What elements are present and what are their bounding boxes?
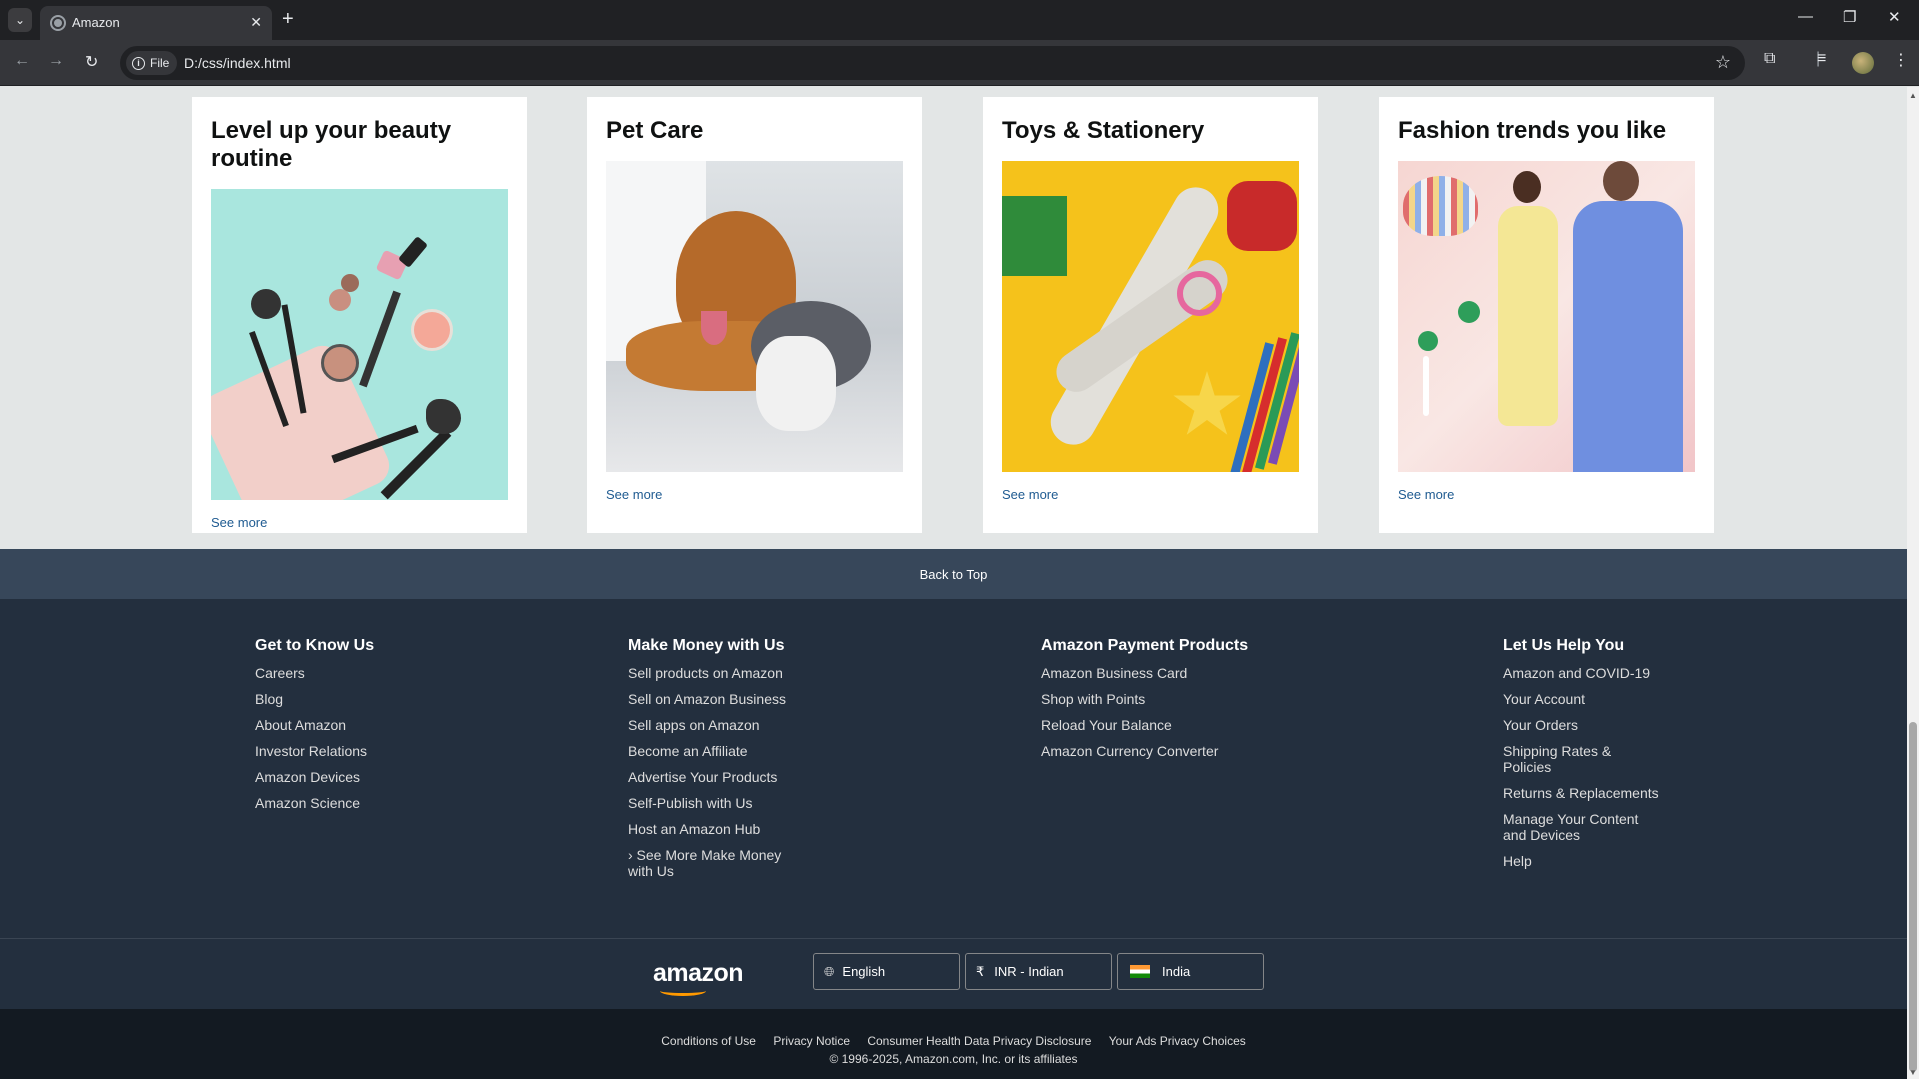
url-text: D:/css/index.html xyxy=(184,55,291,71)
media-control-icon[interactable]: ≡ xyxy=(1817,50,1826,68)
footer-link[interactable]: Careers xyxy=(255,665,455,681)
footer-link-see-more[interactable]: › See More Make Money with Us xyxy=(628,847,803,879)
legal-links: Conditions of Use Privacy Notice Consume… xyxy=(0,1034,1907,1048)
card-toys-stationery: Toys & Stationery See more xyxy=(983,97,1318,533)
footer-link[interactable]: Shipping Rates & Policies xyxy=(1503,743,1663,775)
bookmark-star-icon[interactable]: ☆ xyxy=(1715,52,1731,73)
amazon-logo[interactable]: amazon xyxy=(653,959,744,988)
footer-link[interactable]: Investor Relations xyxy=(255,743,455,759)
scroll-up-arrow-icon[interactable]: ▲ xyxy=(1909,91,1917,100)
extensions-icon[interactable]: ⧉ xyxy=(1764,50,1775,68)
see-more-link[interactable]: See more xyxy=(211,515,267,530)
footer-link[interactable]: Returns & Replacements xyxy=(1503,785,1663,801)
footer-link[interactable]: About Amazon xyxy=(255,717,455,733)
pet-care-image[interactable] xyxy=(606,161,903,472)
footer-link[interactable]: Self-Publish with Us xyxy=(628,795,803,811)
card-pet-care: Pet Care See more xyxy=(587,97,922,533)
forward-icon[interactable]: → xyxy=(48,52,64,70)
close-window-icon[interactable]: ✕ xyxy=(1888,8,1901,26)
currency-label: INR - Indian xyxy=(994,964,1064,979)
footer-link[interactable]: Sell products on Amazon xyxy=(628,665,803,681)
site-chip-label: File xyxy=(150,56,170,70)
profile-avatar[interactable] xyxy=(1852,52,1874,74)
page-viewport: Level up your beauty routine See more Pe… xyxy=(0,87,1907,1079)
card-title: Level up your beauty routine xyxy=(211,117,452,172)
card-beauty: Level up your beauty routine See more xyxy=(192,97,527,533)
footer-legal: Conditions of Use Privacy Notice Consume… xyxy=(0,1009,1907,1079)
country-selector[interactable]: India xyxy=(1117,953,1264,990)
language-label: English xyxy=(842,964,886,979)
footer-column-help: Let Us Help You Amazon and COVID-19 Your… xyxy=(1503,637,1663,879)
footer-link[interactable]: Amazon and COVID-19 xyxy=(1503,665,1663,681)
currency-selector[interactable]: ₹ INR - Indian xyxy=(965,953,1112,990)
footer-link[interactable]: Help xyxy=(1503,853,1663,869)
privacy-notice-link[interactable]: Privacy Notice xyxy=(773,1034,850,1048)
footer-link[interactable]: Amazon Devices xyxy=(255,769,455,785)
minimize-icon[interactable]: — xyxy=(1798,8,1813,25)
footer-link[interactable]: Amazon Business Card xyxy=(1041,665,1281,681)
footer-link[interactable]: Sell on Amazon Business xyxy=(628,691,803,707)
card-title: Pet Care xyxy=(606,117,704,144)
footer-column-payment-products: Amazon Payment Products Amazon Business … xyxy=(1041,637,1281,769)
card-title: Toys & Stationery xyxy=(1002,117,1205,144)
conditions-of-use-link[interactable]: Conditions of Use xyxy=(661,1034,756,1048)
restore-icon[interactable]: ❐ xyxy=(1843,8,1856,26)
browser-toolbar: ← → ↻ i File D:/css/index.html ☆ xyxy=(0,40,1919,86)
india-flag-icon xyxy=(1130,965,1150,978)
footer-link[interactable]: Manage Your Content and Devices xyxy=(1503,811,1663,843)
scroll-down-arrow-icon[interactable]: ▼ xyxy=(1909,1068,1917,1077)
site-info-chip[interactable]: i File xyxy=(126,51,178,75)
footer-link[interactable]: Sell apps on Amazon xyxy=(628,717,803,733)
footer-link[interactable]: Advertise Your Products xyxy=(628,769,803,785)
amazon-smile-logo xyxy=(660,986,706,996)
footer-link[interactable]: Shop with Points xyxy=(1041,691,1281,707)
footer-column-get-to-know-us: Get to Know Us Careers Blog About Amazon… xyxy=(255,637,455,821)
footer-link[interactable]: Your Orders xyxy=(1503,717,1663,733)
scrollbar-thumb[interactable] xyxy=(1909,722,1917,1072)
more-menu-icon[interactable]: ⋮ xyxy=(1893,50,1909,70)
footer-link[interactable]: Host an Amazon Hub xyxy=(628,821,803,837)
footer-link[interactable]: Amazon Currency Converter xyxy=(1041,743,1281,759)
address-bar[interactable]: i File D:/css/index.html ☆ xyxy=(120,46,1745,80)
card-title: Fashion trends you like xyxy=(1398,117,1667,144)
globe-icon: 🌐︎ xyxy=(824,963,835,979)
footer-column-heading: Amazon Payment Products xyxy=(1041,637,1249,654)
tab-search-button[interactable]: ⌄ xyxy=(8,8,32,32)
new-tab-button[interactable]: + xyxy=(282,8,294,30)
globe-icon xyxy=(50,15,66,31)
back-to-top-button[interactable]: Back to Top xyxy=(0,549,1907,599)
browser-tab[interactable]: Amazon ✕ xyxy=(40,6,272,40)
info-icon: i xyxy=(132,56,145,70)
footer-column-make-money: Make Money with Us Sell products on Amaz… xyxy=(628,637,803,889)
footer-link[interactable]: Blog xyxy=(255,691,455,707)
tab-title: Amazon xyxy=(72,15,120,30)
see-more-link[interactable]: See more xyxy=(1002,487,1058,502)
footer-link[interactable]: Amazon Science xyxy=(255,795,455,811)
footer-column-heading: Let Us Help You xyxy=(1503,637,1625,654)
footer-nav: Get to Know Us Careers Blog About Amazon… xyxy=(0,599,1907,939)
toys-stationery-image[interactable] xyxy=(1002,161,1299,472)
see-more-link[interactable]: See more xyxy=(606,487,662,502)
footer-column-heading: Make Money with Us xyxy=(628,637,785,654)
browser-tab-bar: ⌄ Amazon ✕ + — ❐ ✕ xyxy=(0,0,1919,40)
fashion-image[interactable] xyxy=(1398,161,1695,472)
reload-icon[interactable]: ↻ xyxy=(85,52,98,72)
close-tab-icon[interactable]: ✕ xyxy=(250,14,262,31)
beauty-image[interactable] xyxy=(211,189,508,500)
footer-link[interactable]: Your Account xyxy=(1503,691,1663,707)
footer-link[interactable]: Become an Affiliate xyxy=(628,743,803,759)
copyright-text: © 1996-2025, Amazon.com, Inc. or its aff… xyxy=(829,1052,1078,1066)
page-scrollbar[interactable]: ▲ ▼ xyxy=(1907,87,1919,1079)
footer-locale-bar: amazon 🌐︎ English ₹ INR - Indian India xyxy=(0,939,1907,1009)
footer-link[interactable]: Reload Your Balance xyxy=(1041,717,1281,733)
ads-privacy-link[interactable]: Your Ads Privacy Choices xyxy=(1109,1034,1246,1048)
health-data-privacy-link[interactable]: Consumer Health Data Privacy Disclosure xyxy=(867,1034,1091,1048)
see-more-link[interactable]: See more xyxy=(1398,487,1454,502)
footer-column-heading: Get to Know Us xyxy=(255,637,375,654)
card-fashion: Fashion trends you like See more xyxy=(1379,97,1714,533)
back-icon[interactable]: ← xyxy=(14,52,30,70)
language-selector[interactable]: 🌐︎ English xyxy=(813,953,960,990)
country-label: India xyxy=(1162,964,1191,979)
rupee-icon: ₹ xyxy=(976,963,985,979)
